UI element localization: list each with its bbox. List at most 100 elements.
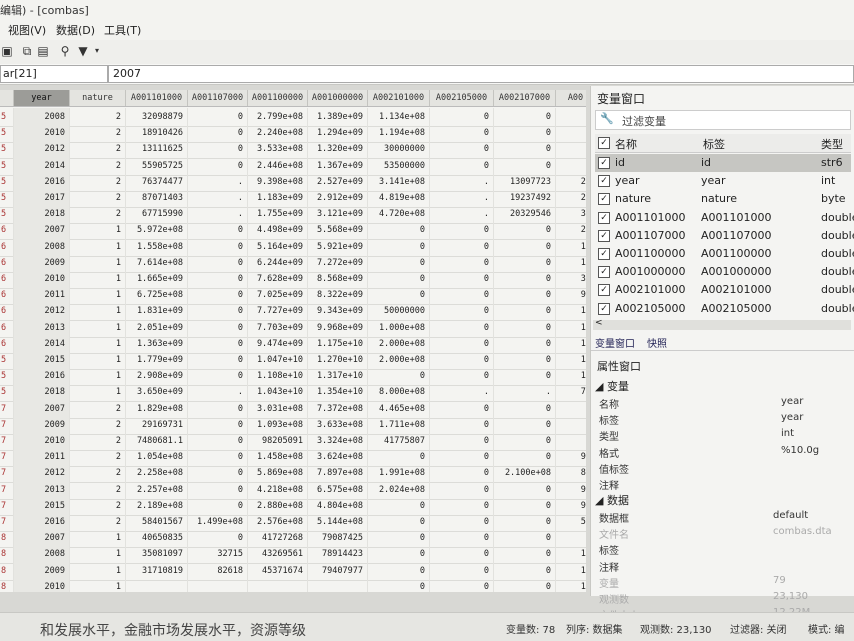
filter-placeholder: 过滤变量 xyxy=(622,115,666,128)
filter-icon[interactable]: ▼ xyxy=(76,44,90,58)
property-key: 文件名 xyxy=(599,530,629,542)
variable-name: nature xyxy=(615,192,652,206)
variable-name: A001101000 xyxy=(615,210,686,224)
table-cell[interactable]: 13 xyxy=(556,578,586,592)
panel-tabs: 变量窗口 快照 xyxy=(591,334,854,351)
data-grid[interactable]: year nature A001101000 A001107000 A001100000… xyxy=(0,90,586,592)
variable-name: id xyxy=(615,156,626,169)
print-icon[interactable]: ▣ xyxy=(0,44,14,58)
column-header[interactable]: nature xyxy=(70,90,126,106)
column-header[interactable]: A001100000 xyxy=(248,90,308,106)
table-cell[interactable]: 1 xyxy=(70,577,126,592)
variable-checkbox[interactable]: ✓ xyxy=(598,248,610,260)
property-value[interactable]: 79 xyxy=(773,575,786,586)
property-value[interactable]: year xyxy=(781,396,803,407)
table-cell[interactable]: 0 xyxy=(368,577,430,592)
property-value[interactable]: 23,130 xyxy=(773,591,808,602)
tab-variables[interactable]: 变量窗口 xyxy=(595,335,635,350)
column-header[interactable]: A002101000 xyxy=(368,90,430,106)
paste-icon[interactable]: ▤ xyxy=(36,44,50,58)
variable-checkbox[interactable]: ✓ xyxy=(598,229,610,242)
horizontal-scrollbar[interactable]: < xyxy=(593,318,851,330)
menu-view[interactable]: 视图(V) xyxy=(8,22,46,38)
property-value[interactable]: year xyxy=(781,412,803,423)
column-header[interactable]: year xyxy=(14,90,70,106)
property-key: 数据框 xyxy=(599,514,629,525)
status-obs: 观测数: 23,130 xyxy=(640,625,712,636)
table-cell[interactable]: 0 xyxy=(494,577,556,592)
variable-type: double xyxy=(821,283,854,297)
row-number[interactable]: 8 xyxy=(0,577,14,592)
variable-checkbox[interactable]: ✓ xyxy=(598,302,610,315)
property-value[interactable]: default xyxy=(773,510,808,521)
tab-snapshots[interactable]: 快照 xyxy=(647,335,667,350)
variable-checkbox[interactable]: ✓ xyxy=(598,157,610,169)
variable-label: A002101000 xyxy=(701,283,772,297)
header-name[interactable]: 名称 xyxy=(615,136,637,152)
column-header[interactable] xyxy=(0,90,14,106)
chevron-down-icon[interactable]: ▾ xyxy=(90,44,104,58)
table-row[interactable]: 82010100013 xyxy=(0,577,586,592)
variable-row[interactable]: ✓ year year int xyxy=(595,172,851,190)
property-value[interactable]: %10.0g xyxy=(781,445,819,456)
variable-filter-input[interactable]: 🔧 过滤变量 xyxy=(595,110,851,130)
status-order: 列序: 数据集 xyxy=(566,625,623,636)
copy-icon[interactable]: ⧉ xyxy=(20,44,34,58)
menu-data[interactable]: 数据(D) xyxy=(56,22,95,38)
table-cell[interactable] xyxy=(248,577,308,592)
property-key: 值标签 xyxy=(599,464,629,476)
property-value[interactable]: int xyxy=(781,428,794,439)
select-all-checkbox[interactable]: ✓ xyxy=(598,137,610,149)
column-header[interactable]: A001000000 xyxy=(308,90,368,106)
menu-tools[interactable]: 工具(T) xyxy=(104,22,141,38)
table-cell[interactable] xyxy=(126,577,188,592)
variable-row[interactable]: ✓ A001107000 A001107000 double xyxy=(595,227,854,245)
header-type[interactable]: 类型 xyxy=(821,136,843,152)
column-header[interactable]: A001101000 xyxy=(126,90,188,106)
property-key: 类型 xyxy=(599,432,619,444)
variable-checkbox[interactable]: ✓ xyxy=(598,193,610,206)
property-key: 注释 xyxy=(599,562,619,574)
right-panel: 变量窗口 🔧 过滤变量 ✓ 名称 标签 类型 ✓ id id str6 ✓ year yea… xyxy=(590,86,854,622)
variable-row[interactable]: ✓ A001000000 A001000000 double xyxy=(595,263,854,281)
variables-header: ✓ 名称 标签 类型 xyxy=(595,134,851,153)
column-header[interactable]: A00 xyxy=(556,90,586,106)
table-cell[interactable]: 2010 xyxy=(14,577,70,592)
variable-type: byte xyxy=(821,192,846,206)
variable-name: A001100000 xyxy=(615,247,686,260)
table-cell[interactable] xyxy=(308,577,368,592)
variable-checkbox[interactable]: ✓ xyxy=(598,211,610,224)
variable-checkbox[interactable]: ✓ xyxy=(598,266,610,279)
property-value[interactable]: combas.dta xyxy=(773,526,832,537)
table-cell[interactable] xyxy=(188,577,248,592)
column-header[interactable]: A002105000 xyxy=(430,90,494,106)
section-variable[interactable]: ◢ 变量 xyxy=(595,378,629,394)
variable-row[interactable]: ✓ A001101000 A001101000 double xyxy=(595,209,854,227)
variable-label: id xyxy=(701,156,712,169)
variable-row[interactable]: ✓ id id str6 xyxy=(595,154,851,172)
cell-reference[interactable]: ar[21] xyxy=(0,65,108,83)
search-icon[interactable]: ⚲ xyxy=(58,44,72,58)
variable-row[interactable]: ✓ A002105000 A002105000 double xyxy=(595,300,854,318)
variable-row[interactable]: ✓ A001100000 A001100000 double xyxy=(595,245,854,263)
header-label[interactable]: 标签 xyxy=(703,136,725,152)
variable-name: A001107000 xyxy=(615,228,686,242)
status-filter: 过滤器: 关闭 xyxy=(730,625,787,636)
variable-type: double xyxy=(821,301,854,315)
column-header[interactable]: A002107000 xyxy=(494,90,556,106)
variable-label: A001000000 xyxy=(701,265,772,279)
variable-checkbox[interactable]: ✓ xyxy=(598,175,610,188)
variable-label: A001107000 xyxy=(701,228,772,242)
property-key: 标签 xyxy=(599,546,619,558)
variable-type: double xyxy=(821,247,854,260)
property-key: 标签 xyxy=(599,416,619,428)
variable-checkbox[interactable]: ✓ xyxy=(598,284,610,297)
variable-row[interactable]: ✓ A002101000 A002101000 double xyxy=(595,281,854,299)
cell-value-input[interactable]: 2007 xyxy=(108,65,854,83)
section-data[interactable]: ◢ 数据 xyxy=(595,492,629,508)
column-header[interactable]: A001107000 xyxy=(188,90,248,106)
properties-title: 属性窗口 xyxy=(597,360,641,373)
status-var-count: 变量数: 78 xyxy=(506,625,556,636)
variable-row[interactable]: ✓ nature nature byte xyxy=(595,190,851,208)
table-cell[interactable]: 0 xyxy=(430,577,494,592)
